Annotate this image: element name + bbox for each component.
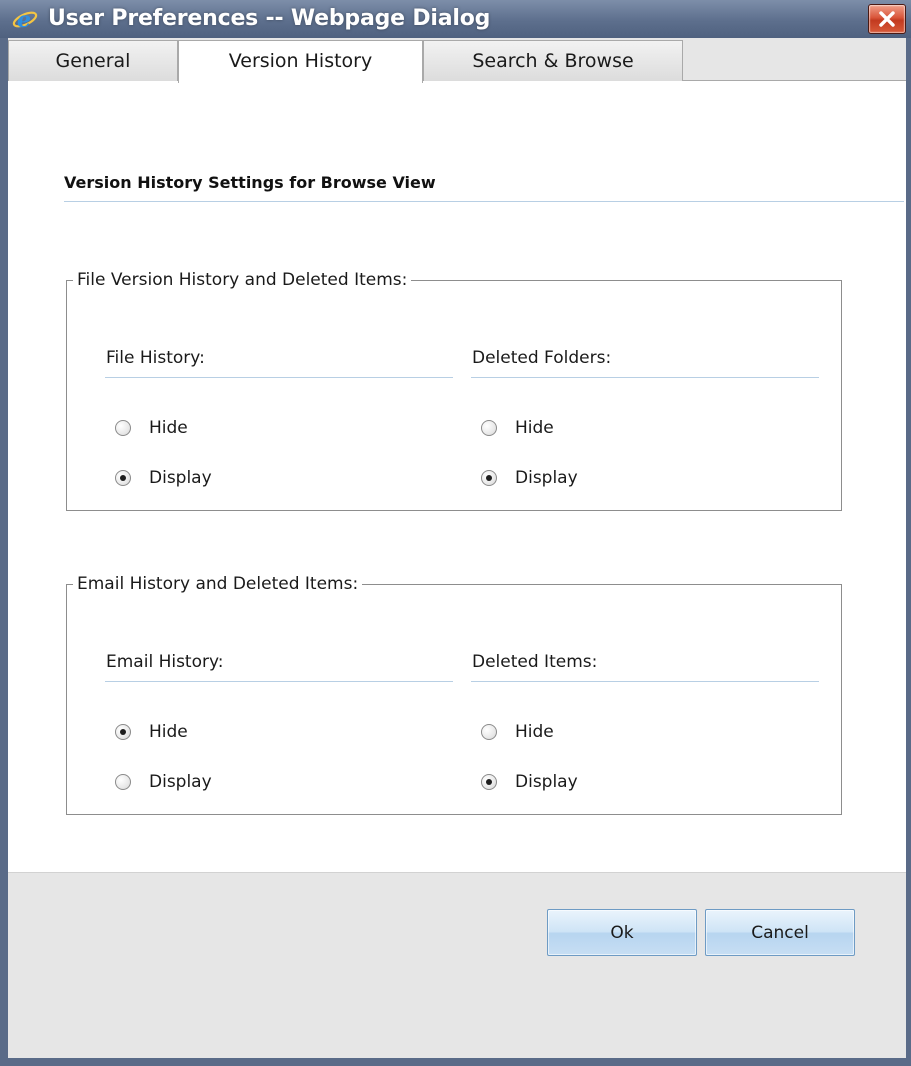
email-history-display-radio[interactable] <box>115 774 131 790</box>
column-divider <box>471 377 819 378</box>
column-divider <box>105 681 453 682</box>
close-button[interactable] <box>868 4 906 34</box>
tab-version-history[interactable]: Version History <box>178 40 423 83</box>
group-legend: File Version History and Deleted Items: <box>73 268 412 292</box>
radio-label: Hide <box>515 418 554 438</box>
email-history-column: Email History: Hide Display <box>105 650 453 792</box>
ie-icon: e <box>12 7 38 33</box>
deleted-folders-display-radio[interactable] <box>481 470 497 486</box>
file-version-group: File Version History and Deleted Items: … <box>66 268 842 511</box>
section-heading: Version History Settings for Browse View <box>64 173 436 192</box>
file-history-hide-option[interactable]: Hide <box>115 416 188 440</box>
column-divider <box>105 377 453 378</box>
radio-label: Display <box>515 468 578 488</box>
deleted-items-hide-radio[interactable] <box>481 724 497 740</box>
file-history-column: File History: Hide Display <box>105 346 453 488</box>
deleted-folders-label: Deleted Folders: <box>472 348 612 368</box>
tab-search-browse[interactable]: Search & Browse <box>423 40 683 81</box>
deleted-items-display-radio[interactable] <box>481 774 497 790</box>
section-divider <box>64 201 904 202</box>
window-title: User Preferences -- Webpage Dialog <box>48 6 491 31</box>
deleted-items-display-option[interactable]: Display <box>481 770 578 794</box>
deleted-folders-hide-radio[interactable] <box>481 420 497 436</box>
dialog-content: General Version History Search & Browse … <box>8 38 906 1058</box>
deleted-folders-column: Deleted Folders: Hide Display <box>471 346 819 488</box>
title-bar[interactable]: e User Preferences -- Webpage Dialog <box>0 0 911 38</box>
svg-text:e: e <box>17 7 31 31</box>
tab-strip: General Version History Search & Browse <box>8 38 906 83</box>
tab-general[interactable]: General <box>8 40 178 81</box>
file-history-hide-radio[interactable] <box>115 420 131 436</box>
deleted-items-column: Deleted Items: Hide Display <box>471 650 819 792</box>
group-legend: Email History and Deleted Items: <box>73 572 363 596</box>
radio-label: Display <box>149 468 212 488</box>
radio-label: Hide <box>515 722 554 742</box>
radio-label: Hide <box>149 722 188 742</box>
deleted-items-label: Deleted Items: <box>472 652 598 672</box>
file-history-display-radio[interactable] <box>115 470 131 486</box>
frame-bottom-edge <box>0 1058 911 1066</box>
dialog-window: e User Preferences -- Webpage Dialog Gen… <box>0 0 911 1066</box>
email-history-group: Email History and Deleted Items: Email H… <box>66 572 842 815</box>
dialog-footer: Ok Cancel <box>8 872 906 1058</box>
ok-button[interactable]: Ok <box>547 909 697 956</box>
column-divider <box>471 681 819 682</box>
close-icon <box>879 11 895 27</box>
frame-right-edge <box>906 38 911 1066</box>
cancel-button[interactable]: Cancel <box>705 909 855 956</box>
deleted-folders-hide-option[interactable]: Hide <box>481 416 554 440</box>
email-history-display-option[interactable]: Display <box>115 770 212 794</box>
radio-label: Display <box>515 772 578 792</box>
email-history-hide-option[interactable]: Hide <box>115 720 188 744</box>
radio-label: Display <box>149 772 212 792</box>
frame-left-edge <box>0 38 8 1066</box>
email-history-hide-radio[interactable] <box>115 724 131 740</box>
file-history-display-option[interactable]: Display <box>115 466 212 490</box>
deleted-items-hide-option[interactable]: Hide <box>481 720 554 744</box>
email-history-label: Email History: <box>106 652 224 672</box>
deleted-folders-display-option[interactable]: Display <box>481 466 578 490</box>
radio-label: Hide <box>149 418 188 438</box>
file-history-label: File History: <box>106 348 205 368</box>
